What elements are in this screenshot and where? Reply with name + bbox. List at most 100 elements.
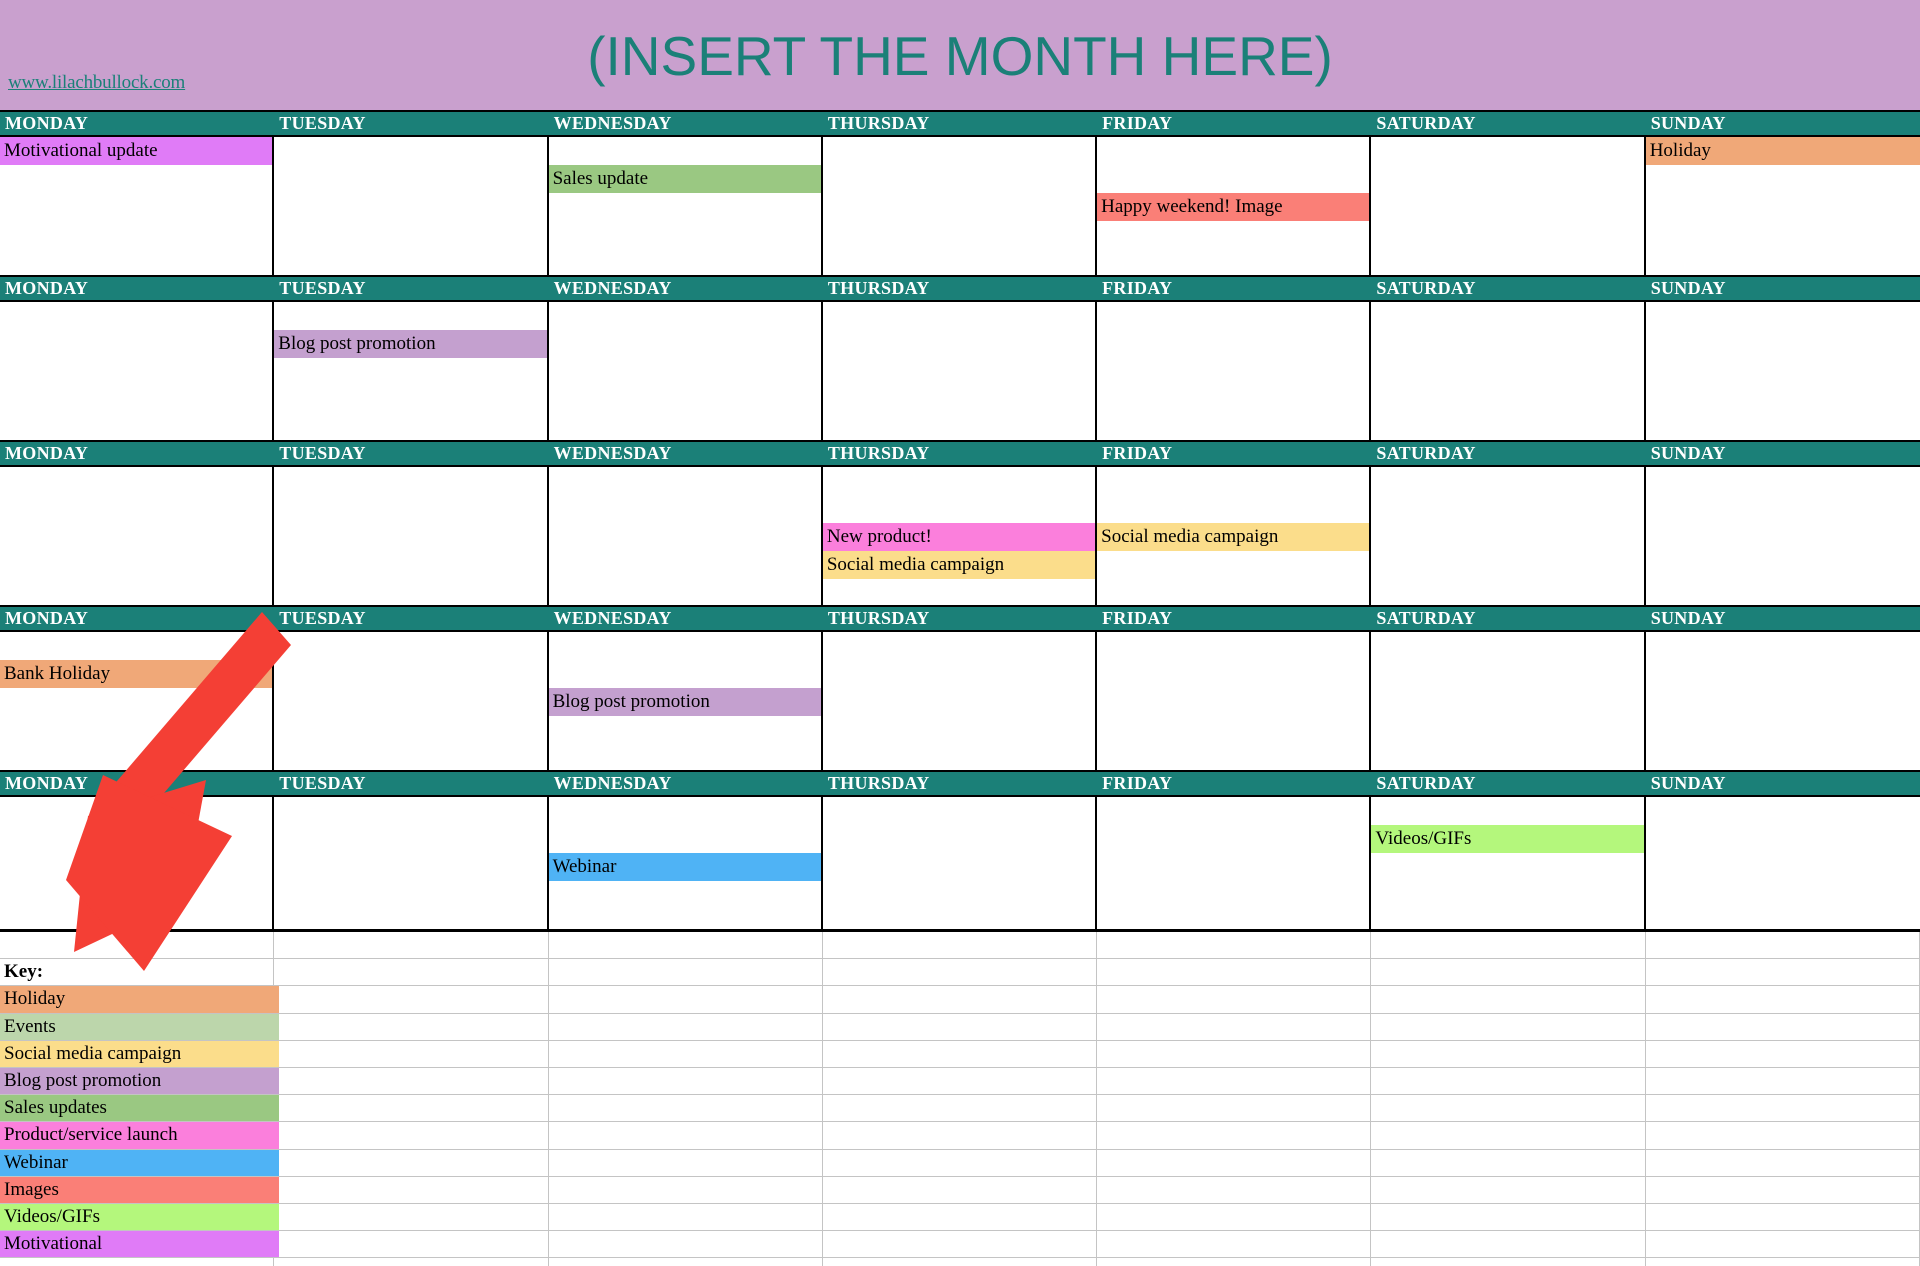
worksheet-cell[interactable]	[274, 1122, 549, 1149]
calendar-entry[interactable]: Social media campaign	[822, 551, 1096, 579]
day-cell-monday[interactable]	[0, 467, 275, 605]
worksheet-cell[interactable]	[274, 1149, 549, 1176]
worksheet-cell[interactable]	[1646, 986, 1920, 1013]
worksheet-cell[interactable]: Images	[0, 1176, 279, 1203]
worksheet-cell[interactable]	[274, 1258, 549, 1266]
worksheet-cell[interactable]: Webinar	[0, 1149, 279, 1176]
worksheet-cell[interactable]	[274, 1013, 549, 1040]
worksheet-cell[interactable]	[1371, 932, 1646, 959]
day-cell-tuesday[interactable]	[274, 797, 549, 935]
worksheet-cell[interactable]	[1646, 1095, 1920, 1122]
worksheet-cell[interactable]	[1371, 1203, 1646, 1231]
worksheet-cell[interactable]: Sales updates	[0, 1095, 279, 1122]
worksheet-cell[interactable]	[549, 932, 823, 959]
worksheet-cell[interactable]: Social media campaign	[0, 1040, 279, 1067]
day-cell-friday[interactable]	[1097, 632, 1372, 770]
worksheet-cell[interactable]	[549, 1067, 823, 1095]
day-cell-wednesday[interactable]	[549, 302, 823, 440]
calendar-entry[interactable]: Holiday	[1645, 137, 1920, 165]
day-cell-monday[interactable]: Motivational update	[0, 137, 275, 275]
day-cell-wednesday[interactable]: Blog post promotion	[548, 632, 823, 770]
calendar-entry[interactable]: Videos/GIFs	[1371, 825, 1644, 853]
worksheet-cell[interactable]	[1097, 932, 1372, 959]
worksheet-cell[interactable]	[1646, 1013, 1920, 1040]
worksheet-cell[interactable]	[823, 1013, 1098, 1040]
calendar-entry[interactable]: Motivational update	[0, 137, 273, 165]
worksheet-cell[interactable]	[274, 1203, 549, 1231]
worksheet-cell[interactable]	[1371, 1095, 1646, 1122]
day-cell-sunday[interactable]: Holiday	[1645, 137, 1920, 275]
day-cell-thursday[interactable]	[823, 632, 1098, 770]
worksheet-cell[interactable]: Holiday	[0, 986, 279, 1013]
worksheet-cell[interactable]	[549, 1040, 823, 1067]
day-cell-monday[interactable]	[0, 797, 275, 935]
worksheet-cell[interactable]	[1646, 932, 1920, 959]
worksheet-cell[interactable]	[549, 1149, 823, 1176]
worksheet-cell[interactable]	[1646, 1258, 1920, 1266]
worksheet-cell[interactable]	[1371, 959, 1646, 986]
worksheet-cell[interactable]	[1646, 1149, 1920, 1176]
worksheet-cell[interactable]	[1097, 1258, 1372, 1266]
calendar-entry[interactable]: Social media campaign	[1097, 523, 1370, 551]
worksheet-cell[interactable]	[1097, 1013, 1372, 1040]
worksheet-cell[interactable]	[1371, 1013, 1646, 1040]
day-cell-thursday[interactable]	[823, 302, 1098, 440]
worksheet-cell[interactable]	[1097, 1040, 1372, 1067]
day-cell-sunday[interactable]	[1646, 467, 1920, 605]
worksheet-cell[interactable]	[0, 1258, 275, 1266]
calendar-entry[interactable]: Webinar	[548, 853, 821, 881]
day-cell-saturday[interactable]: Videos/GIFs	[1371, 797, 1646, 935]
worksheet-cell[interactable]	[1097, 1231, 1372, 1258]
worksheet-cell[interactable]	[549, 1258, 823, 1266]
worksheet-cell[interactable]	[1097, 959, 1372, 986]
day-cell-sunday[interactable]	[1646, 797, 1920, 935]
day-cell-saturday[interactable]	[1371, 302, 1646, 440]
worksheet-cell[interactable]	[274, 959, 549, 986]
calendar-entry[interactable]: Happy weekend! Image	[1097, 193, 1370, 221]
day-cell-wednesday[interactable]	[549, 467, 823, 605]
day-cell-tuesday[interactable]	[274, 137, 549, 275]
day-cell-thursday[interactable]	[823, 137, 1098, 275]
worksheet-cell[interactable]	[823, 1231, 1098, 1258]
worksheet-cell[interactable]	[823, 1176, 1098, 1203]
worksheet-cell[interactable]	[1097, 1095, 1372, 1122]
day-cell-sunday[interactable]	[1646, 632, 1920, 770]
worksheet-cell[interactable]	[1371, 1176, 1646, 1203]
day-cell-sunday[interactable]	[1646, 302, 1920, 440]
worksheet-cell[interactable]: Product/service launch	[0, 1122, 279, 1149]
day-cell-wednesday[interactable]: Sales update	[548, 137, 823, 275]
worksheet-cell[interactable]	[0, 932, 275, 959]
worksheet-cell[interactable]	[1646, 1122, 1920, 1149]
day-cell-monday[interactable]: Bank Holiday	[0, 632, 275, 770]
worksheet-cell[interactable]	[549, 986, 823, 1013]
day-cell-tuesday[interactable]	[274, 467, 549, 605]
worksheet-cell[interactable]	[1646, 1176, 1920, 1203]
worksheet-cell[interactable]	[1646, 1067, 1920, 1095]
day-cell-friday[interactable]: Happy weekend! Image	[1097, 137, 1372, 275]
worksheet-cell[interactable]: Blog post promotion	[0, 1067, 279, 1095]
worksheet-cell[interactable]	[1097, 1067, 1372, 1095]
worksheet-cell[interactable]	[274, 1040, 549, 1067]
day-cell-monday[interactable]	[0, 302, 275, 440]
worksheet-cell[interactable]	[274, 932, 549, 959]
worksheet-cell[interactable]: Key:	[0, 959, 275, 986]
worksheet-cell[interactable]	[1097, 986, 1372, 1013]
worksheet-cell[interactable]	[1371, 1040, 1646, 1067]
worksheet-cell[interactable]	[549, 1203, 823, 1231]
worksheet-cell[interactable]	[1646, 1040, 1920, 1067]
calendar-entry[interactable]: New product!	[822, 523, 1096, 551]
worksheet-cell[interactable]	[1097, 1149, 1372, 1176]
day-cell-friday[interactable]: Social media campaign	[1097, 467, 1372, 605]
worksheet-cell[interactable]	[1097, 1203, 1372, 1231]
worksheet-cell[interactable]	[549, 1122, 823, 1149]
day-cell-friday[interactable]	[1097, 302, 1372, 440]
worksheet-cell[interactable]	[1371, 1258, 1646, 1266]
worksheet-cell[interactable]	[549, 1013, 823, 1040]
day-cell-wednesday[interactable]: Webinar	[548, 797, 823, 935]
worksheet-cell[interactable]	[274, 1176, 549, 1203]
worksheet-cell[interactable]	[549, 959, 823, 986]
worksheet-cell[interactable]	[1097, 1176, 1372, 1203]
worksheet-cell[interactable]	[1371, 1231, 1646, 1258]
worksheet-cell[interactable]	[823, 1122, 1098, 1149]
worksheet-cell[interactable]	[1646, 1203, 1920, 1231]
